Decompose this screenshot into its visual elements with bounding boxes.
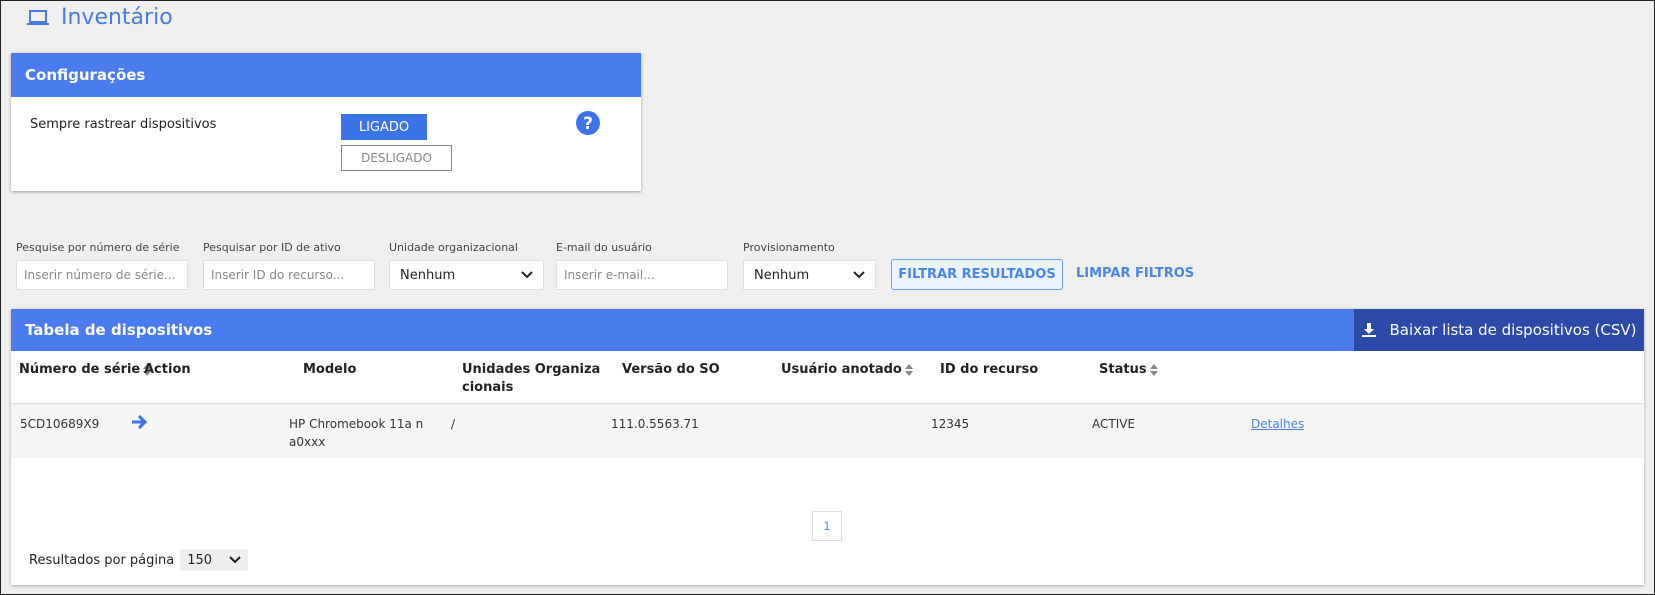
svg-text:?: ?: [583, 114, 593, 134]
settings-title: Configurações: [11, 53, 641, 97]
org-unit-filter: Unidade organizacional Nenhum: [389, 241, 544, 290]
filter-results-button[interactable]: FILTRAR RESULTADOS: [891, 259, 1063, 290]
org-unit-select[interactable]: Nenhum: [389, 260, 544, 290]
always-track-label: Sempre rastrear dispositivos: [30, 117, 217, 132]
column-status[interactable]: Status: [1099, 361, 1158, 379]
column-serial[interactable]: Número de série: [19, 361, 152, 379]
org-unit-value: Nenhum: [400, 267, 456, 283]
asset-filter-label: Pesquisar por ID de ativo: [203, 241, 341, 254]
cell-details: Detalhes: [1251, 415, 1304, 433]
settings-card: Configurações Sempre rastrear dispositiv…: [11, 53, 641, 191]
laptop-icon: [27, 9, 49, 25]
column-org-units: Unidades Organizacionais: [462, 362, 601, 395]
sort-icon[interactable]: [1149, 363, 1158, 376]
org-unit-label: Unidade organizacional: [389, 241, 518, 254]
chevron-down-icon: [521, 271, 533, 279]
download-csv-button[interactable]: Baixar lista de dispositivos (CSV): [1354, 309, 1644, 351]
chevron-down-icon: [853, 271, 865, 279]
results-per-page-label: Resultados por página: [29, 552, 175, 568]
help-icon[interactable]: ?: [576, 111, 600, 135]
column-asset-id: ID do recurso: [940, 362, 1039, 377]
arrow-right-icon[interactable]: [131, 414, 147, 430]
email-label: E-mail do usuário: [556, 241, 652, 254]
asset-input[interactable]: Inserir ID do recurso...: [203, 260, 375, 290]
provisioning-filter: Provisionamento Nenhum: [743, 241, 876, 290]
provisioning-select[interactable]: Nenhum: [743, 260, 876, 290]
serial-filter: Pesquise por número de série Inserir núm…: [16, 241, 188, 290]
table-row: 5CD10689X9 HP Chromebook 11a na0xxx / 11…: [11, 404, 1644, 458]
cell-org-unit: /: [451, 417, 456, 431]
serial-input[interactable]: Inserir número de série...: [16, 260, 188, 290]
clear-filters-button[interactable]: LIMPAR FILTROS: [1076, 266, 1194, 281]
sort-icon[interactable]: [904, 363, 913, 376]
cell-status: ACTIVE: [1092, 417, 1136, 431]
cell-asset-id: 12345: [931, 417, 970, 431]
email-filter: E-mail do usuário Inserir e-mail...: [556, 241, 728, 290]
cell-model: HP Chromebook 11a na0xxx: [289, 417, 424, 449]
column-action: Action: [144, 362, 191, 377]
results-per-page-value: 150: [187, 552, 213, 568]
cell-os-version: 111.0.5563.71: [611, 417, 699, 431]
provisioning-label: Provisionamento: [743, 241, 835, 254]
table-column-headers: Número de série Action Modelo Unidades O…: [11, 351, 1644, 404]
serial-filter-label: Pesquise por número de série: [16, 241, 180, 254]
column-os-version: Versão do SO: [622, 362, 720, 377]
chevron-down-icon: [229, 556, 241, 564]
cell-serial: 5CD10689X9: [20, 417, 100, 431]
off-button[interactable]: DESLIGADO: [341, 145, 452, 171]
download-icon: [1361, 323, 1376, 337]
table-header: Tabela de dispositivos Baixar lista de d…: [11, 309, 1644, 351]
download-csv-label: Baixar lista de dispositivos (CSV): [1389, 321, 1637, 339]
column-user[interactable]: Usuário anotado: [781, 361, 913, 379]
table-title: Tabela de dispositivos: [25, 321, 213, 339]
on-button[interactable]: LIGADO: [341, 114, 427, 140]
column-model: Modelo: [303, 362, 357, 377]
details-link[interactable]: Detalhes: [1251, 417, 1304, 431]
provisioning-value: Nenhum: [754, 267, 810, 283]
page-1-button[interactable]: 1: [812, 511, 842, 541]
asset-filter: Pesquisar por ID de ativo Inserir ID do …: [203, 241, 375, 290]
email-input[interactable]: Inserir e-mail...: [556, 260, 728, 290]
results-per-page-select[interactable]: 150: [180, 549, 249, 571]
results-per-page: Resultados por página 150: [29, 549, 249, 571]
page-header: Inventário: [27, 5, 173, 30]
page-title: Inventário: [61, 5, 173, 30]
devices-table: Tabela de dispositivos Baixar lista de d…: [11, 309, 1644, 585]
